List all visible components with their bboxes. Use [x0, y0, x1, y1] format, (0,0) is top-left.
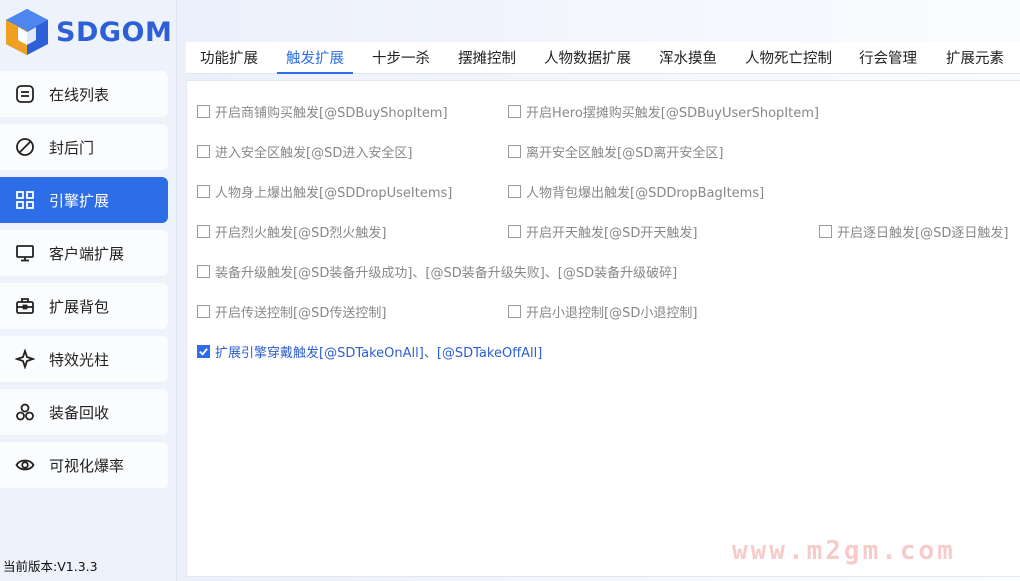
- recycle-icon: [14, 401, 36, 423]
- checkbox-label: 离开安全区触发[@SD离开安全区]: [526, 146, 724, 161]
- checkbox-label: 开启开天触发[@SD开天触发]: [526, 226, 698, 241]
- grid-icon: [14, 189, 36, 211]
- bag-icon: [14, 295, 36, 317]
- checkbox-label: 进入安全区触发[@SD进入安全区]: [215, 146, 413, 161]
- checkbox-enter-safe-zone[interactable]: 进入安全区触发[@SD进入安全区]: [197, 142, 412, 161]
- list-icon: [14, 83, 36, 105]
- checkbox-hero-stall-buy[interactable]: 开启Hero摆摊购买触发[@SDBuyUserShopItem]: [508, 102, 819, 121]
- checkbox-box[interactable]: [197, 105, 210, 118]
- checkbox-box[interactable]: [197, 145, 210, 158]
- tab-muddy-water[interactable]: 浑水摸鱼: [659, 47, 717, 73]
- checkbox-label: 开启烈火触发[@SD烈火触发]: [215, 226, 387, 241]
- tab-character-data-extension[interactable]: 人物数据扩展: [544, 47, 631, 73]
- checkbox-equipment-upgrade[interactable]: 装备升级触发[@SD装备升级成功]、[@SD装备升级失败]、[@SD装备升级破碎…: [197, 262, 677, 281]
- sparkle-icon: [14, 348, 36, 370]
- sidebar-item-client-extension[interactable]: 客户端扩展: [0, 230, 168, 276]
- ban-icon: [14, 136, 36, 158]
- logo-text: SDGOM: [56, 16, 173, 48]
- checkbox-drop-use-items[interactable]: 人物身上爆出触发[@SDDropUseItems]: [197, 182, 452, 201]
- checkbox-buy-shop-item[interactable]: 开启商铺购买触发[@SDBuyShopItem]: [197, 102, 448, 121]
- checkbox-label: 开启逐日触发[@SD逐日触发]: [837, 226, 1009, 241]
- checkbox-logout-control[interactable]: 开启小退控制[@SD小退控制]: [508, 302, 697, 321]
- sidebar-item-engine-extension[interactable]: 引擎扩展: [0, 177, 168, 223]
- sidebar-item-block-backdoor[interactable]: 封后门: [0, 124, 168, 170]
- tab-extension-elements[interactable]: 扩展元素: [946, 47, 1004, 73]
- checkbox-box[interactable]: [197, 345, 210, 358]
- sidebar-item-extended-bag[interactable]: 扩展背包: [0, 283, 168, 329]
- sidebar-item-equipment-recycle[interactable]: 装备回收: [0, 389, 168, 435]
- tab-death-control[interactable]: 人物死亡控制: [745, 47, 832, 73]
- checkbox-label: 装备升级触发[@SD装备升级成功]、[@SD装备升级失败]、[@SD装备升级破碎…: [215, 266, 678, 281]
- monitor-icon: [14, 242, 36, 264]
- checkbox-label: 开启Hero摆摊购买触发[@SDBuyUserShopItem]: [526, 106, 819, 121]
- checkbox-box[interactable]: [508, 305, 521, 318]
- sidebar-item-label: 可视化爆率: [49, 456, 125, 475]
- sidebar-item-label: 特效光柱: [49, 350, 110, 369]
- cube-logo-icon: [6, 9, 48, 55]
- checkbox-label: 开启小退控制[@SD小退控制]: [526, 306, 698, 321]
- checkbox-kaitian-trigger[interactable]: 开启开天触发[@SD开天触发]: [508, 222, 697, 241]
- tab-trigger-extension[interactable]: 触发扩展: [277, 47, 353, 74]
- checkbox-label: 开启传送控制[@SD传送控制]: [215, 306, 387, 321]
- checkbox-label: 开启商铺购买触发[@SDBuyShopItem]: [215, 106, 448, 121]
- checkbox-box[interactable]: [197, 225, 210, 238]
- checkbox-box[interactable]: [508, 185, 521, 198]
- checkbox-zhuri-trigger[interactable]: 开启逐日触发[@SD逐日触发]: [819, 222, 1008, 241]
- sidebar-item-label: 客户端扩展: [49, 244, 125, 263]
- checkbox-label: 扩展引擎穿戴触发[@SDTakeOnAll]、[@SDTakeOffAll]: [215, 346, 543, 361]
- checkbox-box[interactable]: [197, 185, 210, 198]
- version-label: 当前版本:V1.3.3: [3, 559, 98, 574]
- sidebar-item-label: 封后门: [49, 138, 95, 157]
- checkbox-take-on-off-all[interactable]: 扩展引擎穿戴触发[@SDTakeOnAll]、[@SDTakeOffAll]: [197, 342, 542, 361]
- checkbox-box[interactable]: [197, 265, 210, 278]
- sidebar-item-label: 在线列表: [49, 85, 110, 104]
- tab-ten-step-kill[interactable]: 十步一杀: [372, 47, 430, 73]
- checkbox-fire-trigger[interactable]: 开启烈火触发[@SD烈火触发]: [197, 222, 386, 241]
- sidebar-item-online-list[interactable]: 在线列表: [0, 71, 168, 117]
- trigger-options-panel: 开启商铺购买触发[@SDBuyShopItem] 开启Hero摆摊购买触发[@S…: [186, 80, 1020, 577]
- sidebar-item-effect-pillar[interactable]: 特效光柱: [0, 336, 168, 382]
- sidebar-item-visual-drop-rate[interactable]: 可视化爆率: [0, 442, 168, 488]
- checkbox-box[interactable]: [819, 225, 832, 238]
- sidebar-item-label: 扩展背包: [49, 297, 110, 316]
- app-logo: SDGOM: [4, 6, 172, 58]
- sidebar-item-label: 引擎扩展: [49, 191, 110, 210]
- checkbox-box[interactable]: [197, 305, 210, 318]
- checkbox-box[interactable]: [508, 145, 521, 158]
- sidebar-item-label: 装备回收: [49, 403, 110, 422]
- checkbox-label: 人物背包爆出触发[@SDDropBagItems]: [526, 186, 765, 201]
- tab-bar: 功能扩展 触发扩展 十步一杀 摆摊控制 人物数据扩展 浑水摸鱼 人物死亡控制 行…: [186, 42, 1020, 74]
- checkbox-box[interactable]: [508, 105, 521, 118]
- sidebar: SDGOM 在线列表 封后门 引擎扩展 客户端扩展 扩展背包 特效光柱 装备回收…: [0, 0, 177, 581]
- tab-feature-extension[interactable]: 功能扩展: [200, 47, 258, 73]
- tab-stall-control[interactable]: 摆摊控制: [458, 47, 516, 73]
- checkbox-label: 人物身上爆出触发[@SDDropUseItems]: [215, 186, 453, 201]
- checkbox-drop-bag-items[interactable]: 人物背包爆出触发[@SDDropBagItems]: [508, 182, 764, 201]
- watermark: www.m2gm.com: [732, 536, 956, 566]
- checkbox-teleport-control[interactable]: 开启传送控制[@SD传送控制]: [197, 302, 386, 321]
- eye-icon: [14, 454, 36, 476]
- checkmark-icon: [199, 348, 208, 356]
- checkbox-leave-safe-zone[interactable]: 离开安全区触发[@SD离开安全区]: [508, 142, 723, 161]
- checkbox-box[interactable]: [508, 225, 521, 238]
- tab-guild-management[interactable]: 行会管理: [859, 47, 917, 73]
